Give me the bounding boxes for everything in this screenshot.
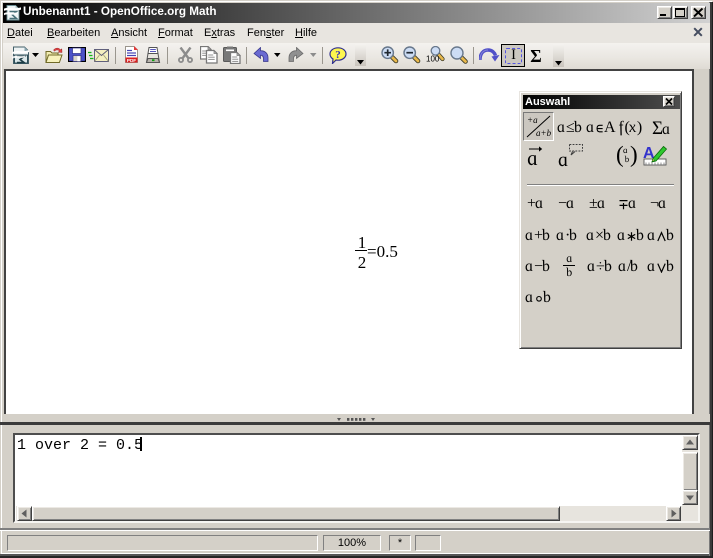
svg-text:?: ? bbox=[335, 49, 341, 61]
svg-text:PDF: PDF bbox=[127, 58, 136, 63]
svg-text:+a: +a bbox=[527, 115, 538, 125]
svg-text:a+b: a+b bbox=[536, 128, 552, 138]
svg-text:100: 100 bbox=[426, 55, 440, 64]
